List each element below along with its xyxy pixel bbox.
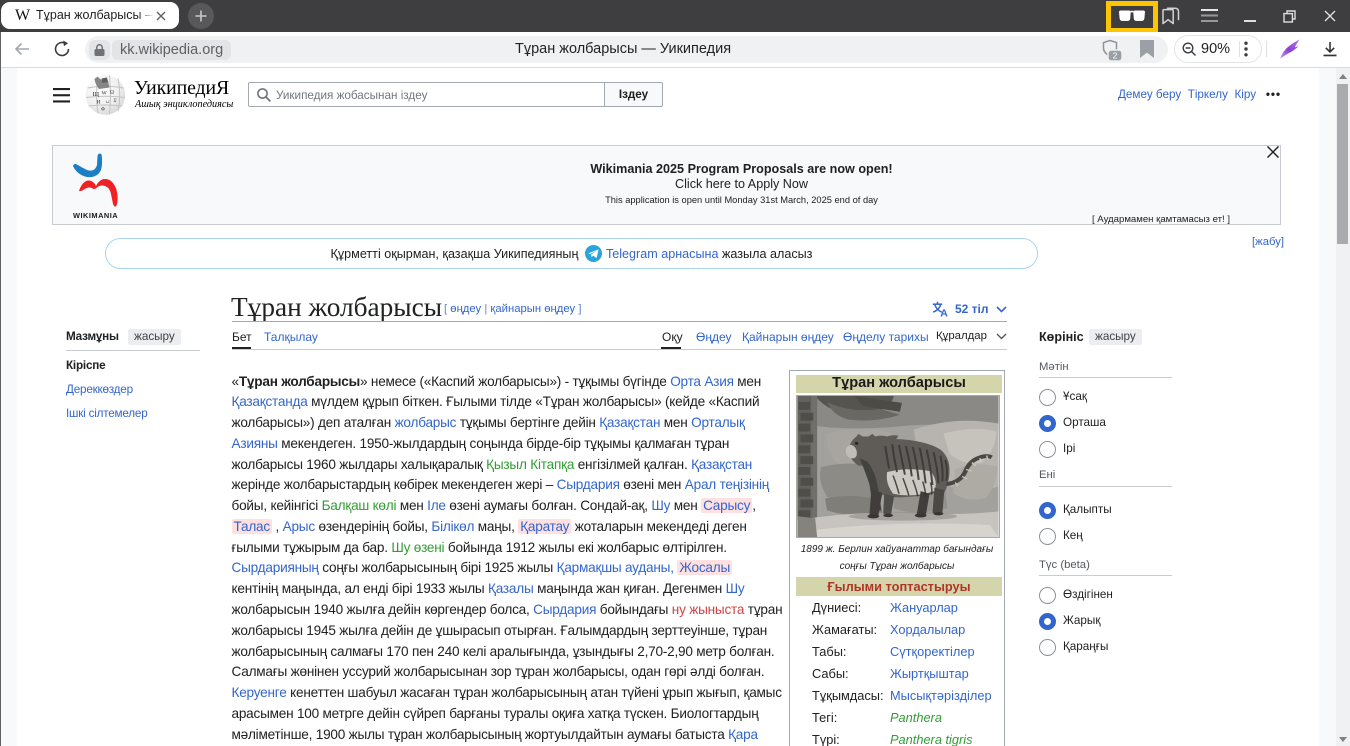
svg-text:Ω: Ω	[110, 90, 114, 96]
svg-text:ப: ப	[106, 99, 110, 105]
svg-text:И: И	[97, 100, 101, 106]
svg-text:ע: ע	[114, 98, 117, 104]
svg-text:WIKIMANIA: WIKIMANIA	[73, 211, 118, 220]
svg-text:A: A	[940, 308, 948, 318]
svg-text:2: 2	[1113, 51, 1118, 61]
svg-text:Щ: Щ	[93, 91, 100, 98]
svg-text:Ф: Ф	[101, 108, 105, 113]
svg-text:W: W	[102, 91, 108, 97]
